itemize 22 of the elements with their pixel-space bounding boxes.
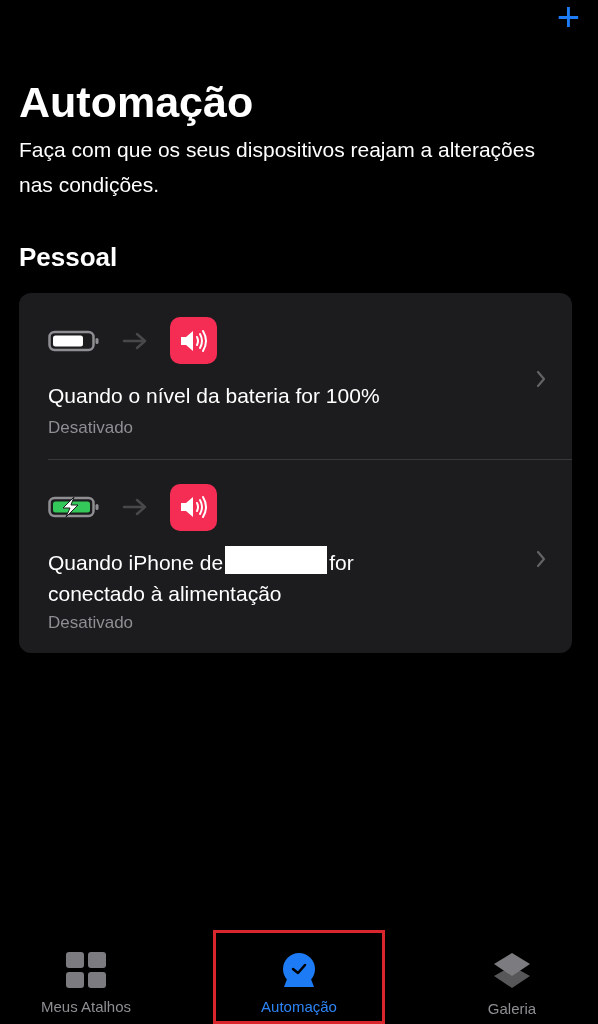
grid-icon <box>65 951 107 988</box>
chevron-icon <box>536 369 546 388</box>
chevron-icon <box>536 550 546 569</box>
arrow-icon <box>122 498 148 516</box>
add-button[interactable]: + <box>556 0 598 34</box>
status-label: Desativado <box>48 417 135 439</box>
automation-title: Quando o nível da bateria for 100% <box>48 384 380 407</box>
automation-title: for <box>329 550 354 574</box>
arrow-icon <box>122 331 148 350</box>
page-subtitle: Faça com que os seus dispositivos reajam a alterações nas condições. <box>19 137 536 198</box>
section-title: Pessoal <box>19 241 119 274</box>
page-title: Automação <box>19 77 255 128</box>
tab-button[interactable]: Galeria <box>426 929 598 1024</box>
tab-button[interactable]: Automação <box>213 929 385 1024</box>
automation-title: Quando iPhone de <box>48 550 224 574</box>
status-label: Desativado <box>48 611 135 634</box>
automation-title: conectado à alimentação <box>48 580 282 607</box>
speaker-icon <box>178 327 209 354</box>
speaker-icon <box>178 494 209 520</box>
tab-button[interactable]: Meus Atalhos <box>0 929 172 1024</box>
automation-row[interactable]: Quando o nível da bateria for 100% Desativado <box>48 293 572 460</box>
automation-row[interactable]: Quando iPhone de for conectado à alimentação Desativado <box>48 459 572 653</box>
